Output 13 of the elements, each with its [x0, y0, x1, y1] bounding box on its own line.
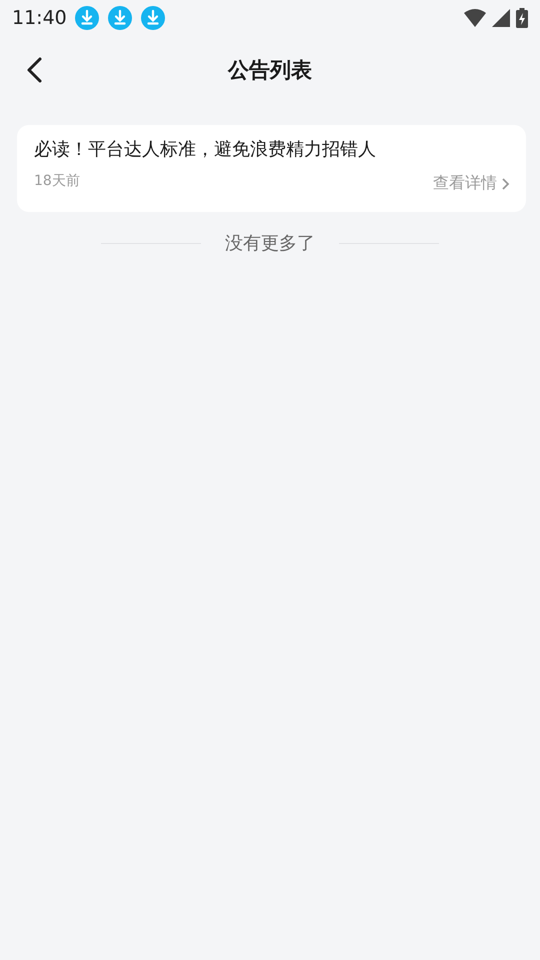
wifi-icon — [464, 9, 486, 27]
battery-icon — [516, 8, 528, 28]
download-icon — [74, 6, 99, 30]
page-title: 公告列表 — [228, 57, 312, 84]
end-of-list-text: 没有更多了 — [225, 232, 315, 255]
notice-title: 必读！平台达人标准，避免浪费精力招错人 — [34, 138, 377, 162]
signal-icon — [492, 9, 510, 27]
notice-card[interactable]: 必读！平台达人标准，避免浪费精力招错人 18天前 查看详情 — [17, 125, 526, 212]
notice-time: 18天前 — [34, 172, 80, 190]
chevron-icon — [501, 176, 510, 190]
download-icon — [140, 6, 165, 30]
download-icon — [108, 6, 132, 30]
status-time: 11:40 — [12, 7, 67, 29]
